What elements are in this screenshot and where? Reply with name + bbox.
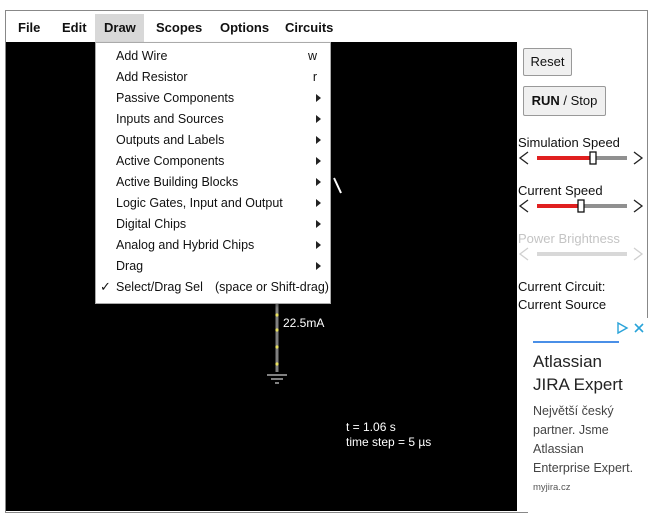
menu-item-drag[interactable]: Drag xyxy=(96,256,330,277)
run-stop-button[interactable]: RUN / Stop xyxy=(523,86,606,116)
submenu-arrow-icon xyxy=(316,115,321,123)
menu-item-add-resistor[interactable]: Add Resistor r xyxy=(96,67,330,88)
ground-icon xyxy=(267,374,287,384)
menu-item-label: Active Components xyxy=(116,154,225,168)
adchoices-icon[interactable] xyxy=(616,321,646,335)
circuit-wire-fragment xyxy=(333,177,342,194)
ad-body-line: partner. Jsme xyxy=(533,423,609,437)
menu-scopes[interactable]: Scopes xyxy=(147,14,211,42)
chevron-left-icon xyxy=(518,151,529,165)
run-label: RUN xyxy=(531,93,560,108)
simulation-speed-label: Simulation Speed xyxy=(518,135,620,150)
ad-body: Největší český partner. Jsme Atlassian E… xyxy=(533,402,648,478)
current-label: 22.5mA xyxy=(283,316,325,330)
menu-item-label: Outputs and Labels xyxy=(116,133,225,147)
menu-options[interactable]: Options xyxy=(211,14,278,42)
menu-item-shortcut: r xyxy=(312,70,317,84)
close-icon xyxy=(634,323,644,333)
power-brightness-slider xyxy=(518,247,644,261)
menu-item-passive-components[interactable]: Passive Components xyxy=(96,88,330,109)
menu-item-inputs-and-sources[interactable]: Inputs and Sources xyxy=(96,109,330,130)
menu-item-select-drag-sel[interactable]: ✓ Select/Drag Sel (space or Shift-drag) xyxy=(96,277,330,298)
current-speed-slider[interactable] xyxy=(517,198,646,214)
menu-item-label: Digital Chips xyxy=(116,217,187,231)
ad-body-line: Největší český xyxy=(533,404,614,418)
menu-item-logic-gates[interactable]: Logic Gates, Input and Output xyxy=(96,193,330,214)
menu-item-label: Drag xyxy=(116,259,144,273)
ad-domain[interactable]: myjira.cz xyxy=(533,482,570,493)
chevron-right-icon xyxy=(633,247,644,261)
slider-thumb xyxy=(577,199,585,213)
time-label: t = 1.06 s xyxy=(346,420,396,434)
submenu-arrow-icon xyxy=(316,241,321,249)
submenu-arrow-icon xyxy=(316,220,321,228)
submenu-arrow-icon xyxy=(316,136,321,144)
current-circuit-name: Current Source xyxy=(518,297,607,312)
ad-body-line: Enterprise Expert. xyxy=(533,461,634,475)
submenu-arrow-icon xyxy=(316,199,321,207)
slider-thumb xyxy=(589,151,597,165)
simulation-speed-slider[interactable] xyxy=(517,150,646,166)
menu-item-label: Analog and Hybrid Chips xyxy=(116,238,255,252)
menu-item-active-components[interactable]: Active Components xyxy=(96,151,330,172)
draw-menu-dropdown: Add Wire w Add Resistor r Passive Compon… xyxy=(95,42,331,304)
submenu-arrow-icon xyxy=(316,262,321,270)
menu-edit[interactable]: Edit xyxy=(53,14,96,42)
timestep-label: time step = 5 µs xyxy=(346,435,432,449)
submenu-arrow-icon xyxy=(316,178,321,186)
menu-item-outputs-and-labels[interactable]: Outputs and Labels xyxy=(96,130,330,151)
menu-item-label: Logic Gates, Input and Output xyxy=(116,196,283,210)
ad-title[interactable]: Atlassian JIRA Expert xyxy=(533,350,648,396)
submenu-arrow-icon xyxy=(316,94,321,102)
menu-item-active-building-blocks[interactable]: Active Building Blocks xyxy=(96,172,330,193)
menu-item-digital-chips[interactable]: Digital Chips xyxy=(96,214,330,235)
menu-file[interactable]: File xyxy=(9,14,49,42)
chevron-right-icon xyxy=(633,199,644,213)
current-dot xyxy=(275,362,279,366)
menu-item-label: Passive Components xyxy=(116,91,235,105)
menu-item-analog-hybrid-chips[interactable]: Analog and Hybrid Chips xyxy=(96,235,330,256)
ad-title-line: JIRA Expert xyxy=(533,375,623,394)
slider-fill xyxy=(537,204,581,208)
menu-item-label: Active Building Blocks xyxy=(116,175,239,189)
current-circuit-label: Current Circuit: xyxy=(518,279,606,294)
current-dot xyxy=(275,328,279,332)
menu-bar: File Edit Draw Scopes Options Circuits xyxy=(6,14,647,42)
menu-item-label: Inputs and Sources xyxy=(116,112,224,126)
menu-item-label: Add Resistor xyxy=(116,70,188,84)
ad-panel[interactable]: Atlassian JIRA Expert Největší český par… xyxy=(528,318,648,513)
current-dot xyxy=(275,345,279,349)
checkmark-icon: ✓ xyxy=(100,279,111,294)
chevron-right-icon xyxy=(633,151,644,165)
ad-accent-line xyxy=(533,341,619,343)
chevron-left-icon xyxy=(518,199,529,213)
slider-fill xyxy=(537,156,593,160)
chevron-left-icon xyxy=(518,247,529,261)
menu-item-label: Select/Drag Sel xyxy=(116,280,203,294)
power-brightness-label: Power Brightness xyxy=(518,231,620,246)
ad-body-line: Atlassian xyxy=(533,442,584,456)
menu-item-label: Add Wire xyxy=(116,49,168,63)
stop-label: / Stop xyxy=(559,93,598,108)
menu-circuits[interactable]: Circuits xyxy=(276,14,342,42)
ad-title-line: Atlassian xyxy=(533,352,602,371)
menu-item-shortcut: (space or Shift-drag) xyxy=(215,280,329,294)
menu-draw[interactable]: Draw xyxy=(95,14,144,42)
menu-item-add-wire[interactable]: Add Wire w xyxy=(96,46,330,67)
current-dot xyxy=(275,313,279,317)
menu-item-shortcut: w xyxy=(307,49,317,63)
reset-button[interactable]: Reset xyxy=(523,48,572,76)
current-speed-label: Current Speed xyxy=(518,183,603,198)
submenu-arrow-icon xyxy=(316,157,321,165)
